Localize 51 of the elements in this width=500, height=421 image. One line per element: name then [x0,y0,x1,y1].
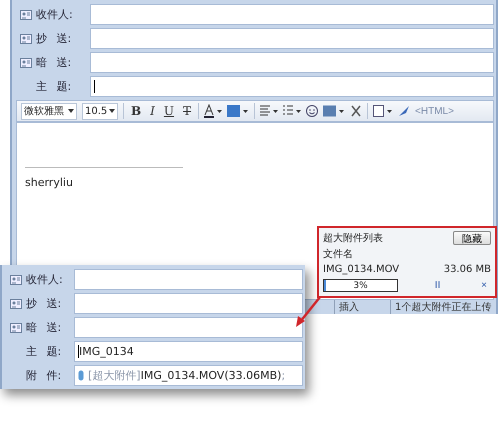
image-icon[interactable] [323,105,346,117]
format-button[interactable]: B [129,104,144,118]
panel-title: 超大附件列表 [323,232,383,246]
dropdown-arrow-icon[interactable] [109,109,115,113]
highlight-icon[interactable] [227,104,250,118]
size-dropdown[interactable]: 10.5 [82,102,118,120]
format-button[interactable]: U [162,104,176,118]
field-label: 收件人: [36,7,73,22]
recipient-field[interactable] [74,293,303,314]
signature-text: sherryliu [25,176,74,189]
contact-card-icon[interactable] [10,322,22,332]
field-label: 抄 送: [36,31,72,46]
attachment-field[interactable]: [超大附件]IMG_0134.MOV(33.06MB); [74,365,303,386]
scissors-icon[interactable] [350,105,362,117]
recipient-field[interactable] [90,52,494,73]
column-header: 文件名 [323,248,353,262]
file-size: 33.06 MB [444,264,491,276]
field-label: 暗 送: [26,320,62,335]
format-button[interactable]: T [181,104,194,118]
field-label: 收件人: [26,272,63,287]
subject-field[interactable] [90,76,494,97]
contact-card-icon[interactable] [20,58,32,68]
recipient-field[interactable] [74,269,303,290]
status-text: 插入 [334,300,384,314]
list-icon[interactable] [283,105,302,117]
progress-text: 3% [353,280,368,291]
cancel-button[interactable]: × [477,280,491,292]
dropdown-arrow-icon[interactable] [68,109,74,113]
field-label: 附 件: [25,368,62,383]
recipient-field[interactable] [74,317,303,338]
font-color-icon[interactable] [204,104,222,118]
subject-field[interactable]: IMG_0134 [74,341,303,362]
contact-card-icon[interactable] [20,10,32,20]
smiley-icon[interactable] [306,105,318,117]
recipient-field[interactable] [90,28,494,49]
contact-card-icon[interactable] [10,274,22,284]
pause-button[interactable]: II [430,280,444,292]
align-icon[interactable] [260,105,278,117]
recipient-field[interactable] [90,4,494,25]
paperclip-icon [78,370,84,381]
hide-button[interactable]: 隐藏 [453,231,491,246]
attachment-text: [超大附件]IMG_0134.MOV(33.06MB); [88,368,286,383]
field-label: 主 题: [25,344,62,359]
format-button[interactable]: I [148,104,157,118]
contact-card-icon[interactable] [10,298,22,308]
status-text: 1个超大附件正在上传 [390,300,490,314]
field-label: 暗 送: [36,55,72,70]
font-dropdown[interactable]: 微软雅黑 [21,102,77,120]
file-name: IMG_0134.MOV [323,264,400,276]
field-label: 主 题: [35,79,72,94]
contact-card-icon[interactable] [20,34,32,44]
